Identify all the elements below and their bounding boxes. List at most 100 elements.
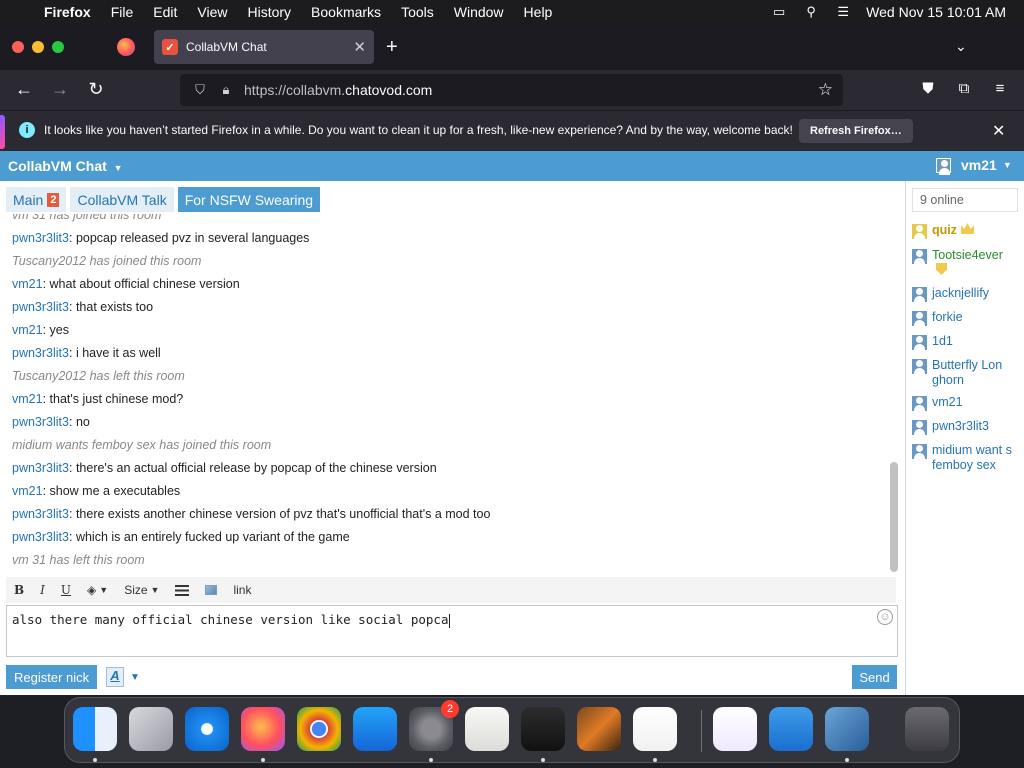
message-author[interactable]: vm21 xyxy=(12,392,43,406)
tab-main[interactable]: Main 2 xyxy=(6,187,67,212)
message-author[interactable]: vm21 xyxy=(12,484,43,498)
user-list-item[interactable]: Tootsie4ever xyxy=(912,248,1022,279)
message-author[interactable]: pwn3r3lit3 xyxy=(12,346,69,360)
dock-visual-studio-icon[interactable] xyxy=(713,707,757,751)
message-scrollbar[interactable] xyxy=(889,214,899,576)
dock-terminal-icon[interactable] xyxy=(521,707,565,751)
user-name: Butterfly Lon ghorn xyxy=(932,358,1003,387)
send-button[interactable]: Send xyxy=(852,665,897,689)
dock-firefox-icon[interactable] xyxy=(241,707,285,751)
message-list[interactable]: vm 31 has joined this room pwn3r3lit3: po… xyxy=(6,214,890,576)
list-button[interactable] xyxy=(167,584,197,596)
menu-app-name[interactable]: Firefox xyxy=(40,4,101,20)
user-avatar-icon xyxy=(912,335,927,351)
extensions-icon[interactable]: ⧉ xyxy=(954,80,974,97)
user-name: 1d1 xyxy=(932,334,953,348)
new-tab-icon[interactable]: + xyxy=(386,36,398,59)
user-list-item[interactable]: midium want s femboy sex xyxy=(912,443,1022,473)
tab-collabvm-chat[interactable]: ✓ CollabVM Chat ✕ xyxy=(154,30,374,64)
spotlight-icon[interactable]: ⚲ xyxy=(802,4,820,19)
message-author[interactable]: vm21 xyxy=(12,323,43,337)
bold-button[interactable]: B xyxy=(6,583,32,597)
user-list-item[interactable]: vm21 xyxy=(912,395,1022,412)
message-author[interactable]: pwn3r3lit3 xyxy=(12,231,69,245)
dock-textedit-icon[interactable] xyxy=(465,707,509,751)
register-nick-button[interactable]: Register nick xyxy=(6,665,98,689)
message-author[interactable]: pwn3r3lit3 xyxy=(12,530,69,544)
user-menu[interactable]: vm21 ▼ xyxy=(936,157,1012,175)
menu-view[interactable]: View xyxy=(187,4,237,20)
url-bar[interactable]: ⛉ 🔒︎ https://collabvm. chatovod.com ☆ xyxy=(180,74,843,106)
user-list-item[interactable]: forkie xyxy=(912,310,1022,327)
size-button[interactable]: Size ▼ xyxy=(116,583,167,597)
message-input[interactable]: also there many official chinese version… xyxy=(6,605,898,657)
window-zoom-button[interactable] xyxy=(52,41,64,53)
user-list-item[interactable]: 1d1 xyxy=(912,334,1022,351)
pocket-icon[interactable]: ⛊ xyxy=(918,80,938,97)
user-list-item[interactable]: Butterfly Lon ghorn xyxy=(912,358,1022,388)
chevron-down-icon: ▼ xyxy=(150,585,160,595)
forward-arrow-icon[interactable]: → xyxy=(48,79,72,100)
menu-file[interactable]: File xyxy=(101,4,144,20)
chat-message: pwn3r3lit3: which is an entirely fucked … xyxy=(12,530,350,544)
user-name-wrap: vm21 xyxy=(932,395,963,410)
bookmark-star-icon[interactable]: ☆ xyxy=(818,80,833,100)
tab-for-nsfw-swearing[interactable]: For NSFW Swearing xyxy=(177,187,321,212)
screen-mirror-icon[interactable]: ▭ xyxy=(770,4,788,19)
hamburger-menu-icon[interactable]: ≡ xyxy=(990,80,1010,97)
user-avatar-icon xyxy=(912,420,927,436)
message-author[interactable]: pwn3r3lit3 xyxy=(12,461,69,475)
smiley-icon[interactable]: ☺ xyxy=(877,609,893,625)
user-name-wrap: jacknjellify xyxy=(932,286,989,301)
menu-edit[interactable]: Edit xyxy=(143,4,187,20)
list-all-tabs-icon[interactable]: ⌄ xyxy=(955,38,967,55)
firefox-view-icon[interactable] xyxy=(117,38,135,56)
dock-trash-icon[interactable] xyxy=(905,707,949,751)
menu-history[interactable]: History xyxy=(237,4,301,20)
window-close-button[interactable] xyxy=(12,41,24,53)
reload-icon[interactable]: ↻ xyxy=(84,79,108,100)
notification-close-icon[interactable]: ✕ xyxy=(992,121,1005,141)
color-button[interactable]: ◈ ▼ xyxy=(79,583,116,597)
tab-collabvm-talk[interactable]: CollabVM Talk xyxy=(70,187,174,212)
scrollbar-thumb[interactable] xyxy=(890,462,898,572)
chat-message: pwn3r3lit3: i have it as well xyxy=(12,346,161,360)
dock-safari-icon[interactable] xyxy=(185,707,229,751)
link-button[interactable]: link xyxy=(225,583,259,597)
italic-button[interactable]: I xyxy=(32,583,53,597)
dock-garageband-icon[interactable] xyxy=(577,707,621,751)
dock-visual-studio-code-icon[interactable] xyxy=(633,707,677,751)
dock-weather-icon[interactable] xyxy=(769,707,813,751)
dock-chrome-icon[interactable] xyxy=(297,707,341,751)
dock-finder-icon[interactable] xyxy=(73,707,117,751)
text-color-icon: A xyxy=(106,667,124,687)
window-minimize-button[interactable] xyxy=(32,41,44,53)
tab-close-icon[interactable]: ✕ xyxy=(353,38,366,56)
app-title-menu[interactable]: CollabVM Chat ▼ xyxy=(8,158,123,174)
dock-virtualbox-icon[interactable] xyxy=(825,707,869,751)
lock-icon[interactable]: 🔒︎ xyxy=(218,82,234,98)
user-list-item[interactable]: jacknjellify xyxy=(912,286,1022,303)
menu-help[interactable]: Help xyxy=(514,4,563,20)
dock-app-store-icon[interactable] xyxy=(353,707,397,751)
message-author[interactable]: pwn3r3lit3 xyxy=(12,415,69,429)
user-list-item[interactable]: quiz xyxy=(912,223,1022,240)
menu-bookmarks[interactable]: Bookmarks xyxy=(301,4,391,20)
image-button[interactable] xyxy=(197,585,225,595)
underline-button[interactable]: U xyxy=(53,583,79,597)
text-format-button[interactable]: A ▼ xyxy=(106,667,140,687)
chevron-down-icon: ▼ xyxy=(113,163,123,173)
menu-tools[interactable]: Tools xyxy=(391,4,444,20)
message-author[interactable]: pwn3r3lit3 xyxy=(12,507,69,521)
user-list-item[interactable]: pwn3r3lit3 xyxy=(912,419,1022,436)
control-center-icon[interactable]: ☰ xyxy=(834,4,852,19)
menu-window[interactable]: Window xyxy=(444,4,514,20)
message-author[interactable]: vm21 xyxy=(12,277,43,291)
refresh-firefox-button[interactable]: Refresh Firefox… xyxy=(799,119,913,143)
back-arrow-icon[interactable]: ← xyxy=(12,79,36,100)
dock-launchpad-icon[interactable] xyxy=(129,707,173,751)
dock-separator xyxy=(701,710,702,752)
shield-icon[interactable]: ⛉ xyxy=(192,82,208,98)
menubar-clock[interactable]: Wed Nov 15 10:01 AM xyxy=(866,4,1006,20)
message-author[interactable]: pwn3r3lit3 xyxy=(12,300,69,314)
